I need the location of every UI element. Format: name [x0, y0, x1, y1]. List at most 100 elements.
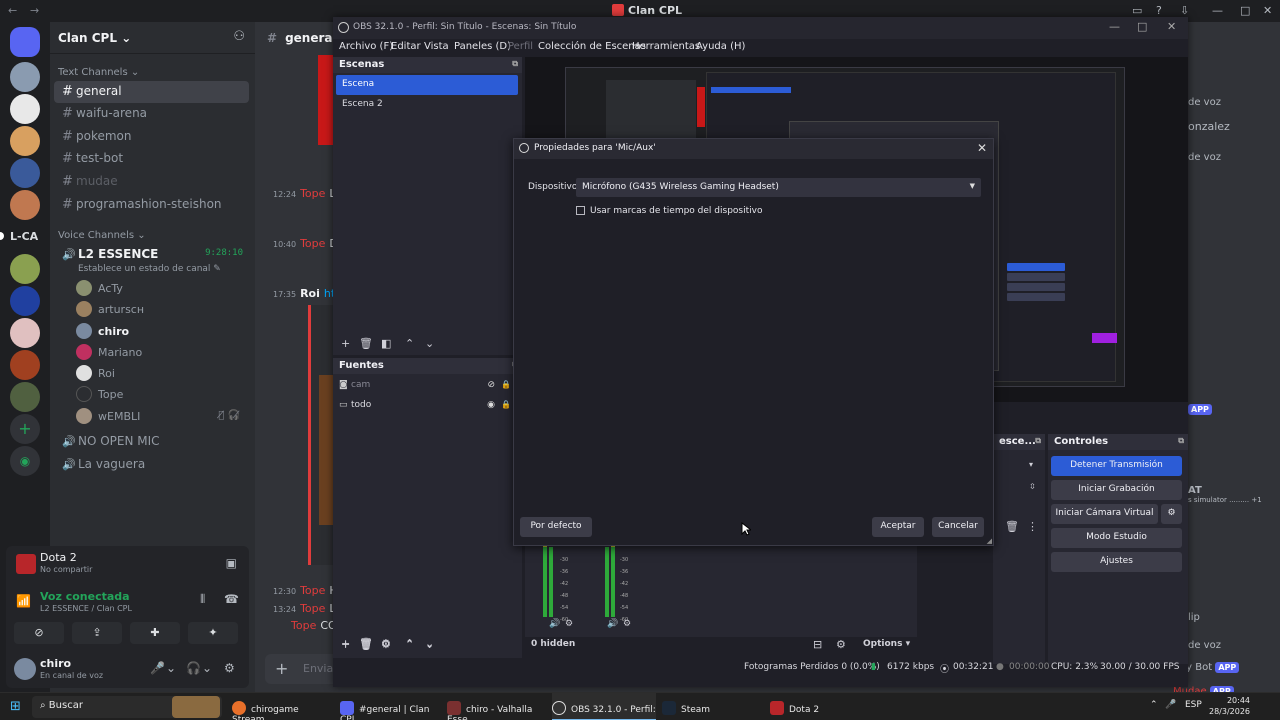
server-icon[interactable] [10, 190, 40, 220]
forward-arrow-icon[interactable]: → [30, 4, 39, 17]
add-member-icon[interactable]: ⚇ [233, 29, 245, 44]
mixer-settings-icon[interactable]: ⚙ [836, 638, 846, 651]
activities-button[interactable]: ✚ [130, 622, 180, 644]
camera-off-button[interactable]: ⊘ [14, 622, 64, 644]
menu-editar[interactable]: Editar [391, 41, 421, 52]
lock-icon[interactable]: 🔒 [501, 380, 511, 389]
disconnect-icon[interactable]: ☎ [224, 592, 239, 606]
add-attachment-icon[interactable]: + [275, 659, 288, 678]
trash-icon[interactable]: 🗑 [1005, 520, 1019, 533]
studio-mode-button[interactable]: Modo Estudio [1051, 528, 1182, 548]
taskbar-item-firefox[interactable]: chirogame Stream ... [232, 693, 332, 720]
soundboard-button[interactable]: ✦ [188, 622, 238, 644]
source-item[interactable]: ◙ cam ⊘ 🔒 [339, 380, 515, 398]
back-arrow-icon[interactable]: ← [8, 4, 17, 17]
channel-mudae[interactable]: # mudae [54, 171, 249, 193]
menu-herramientas[interactable]: Herramientas [632, 41, 700, 52]
channel-pokemon[interactable]: # pokemon [54, 126, 249, 148]
server-icon[interactable] [10, 350, 40, 380]
add-server-icon[interactable]: + [10, 414, 40, 444]
menu-perfil[interactable]: Perfil [508, 41, 533, 52]
voice-member[interactable]: AcTy [76, 280, 246, 300]
voice-channel-no-open-mic[interactable]: 🔊 NO OPEN MIC [54, 432, 249, 452]
voice-member[interactable]: chiro [76, 323, 246, 343]
settings-button[interactable]: Ajustes [1051, 552, 1182, 572]
language-indicator[interactable]: ESP [1185, 700, 1202, 710]
undock-icon[interactable]: ⧉ [1035, 436, 1041, 446]
mixer-layout-icon[interactable]: ⊟ [813, 638, 822, 651]
voice-connected-sub[interactable]: L2 ESSENCE / Clan CPL [40, 604, 132, 613]
trash-icon[interactable]: 🗑 [359, 637, 373, 650]
channel-programashion-steishon[interactable]: # programashion-steishon [54, 194, 249, 216]
category-voice-channels[interactable]: Voice Channels ⌄ [58, 230, 146, 241]
screen-share-icon[interactable]: ▣ [226, 556, 237, 570]
spinner-icon[interactable]: ⇳ [1029, 482, 1036, 491]
server-icon[interactable] [10, 286, 40, 316]
volume-icon[interactable]: 🔊 [607, 619, 618, 629]
menu-dots-icon[interactable]: ⋮ [1027, 520, 1038, 533]
download-icon[interactable]: ⇩ [1180, 4, 1189, 17]
move-down-icon[interactable]: ⌄ [425, 637, 434, 650]
mixer-hidden-count[interactable]: 0 hidden [531, 639, 575, 649]
minimize-icon[interactable]: — [1109, 20, 1120, 33]
taskbar-item-dota[interactable]: Dota 2 [770, 693, 850, 720]
discord-home-icon[interactable] [10, 27, 40, 57]
minimize-icon[interactable]: — [1212, 4, 1223, 17]
user-name[interactable]: chiro [40, 657, 71, 670]
server-icon[interactable] [10, 318, 40, 348]
help-icon[interactable]: ? [1156, 4, 1162, 17]
server-icon[interactable] [10, 382, 40, 412]
share-screen-button[interactable]: ⇪ [72, 622, 122, 644]
lock-icon[interactable]: 🔒 [501, 400, 511, 409]
discover-icon[interactable]: ◉ [10, 446, 40, 476]
filter-icon[interactable]: ◧ [381, 337, 391, 350]
channel-general[interactable]: # general [54, 81, 249, 103]
undock-icon[interactable]: ⧉ [512, 59, 518, 69]
menu-coleccion[interactable]: Colección de Escenas [538, 41, 646, 52]
cancel-button[interactable]: Cancelar [932, 517, 984, 537]
device-select[interactable]: Micrófono (G435 Wireless Gaming Headset)… [576, 178, 981, 197]
maximize-icon[interactable]: □ [1240, 4, 1250, 17]
voice-member[interactable]: wEMBLI 🎙̸ 🎧̸ [76, 408, 246, 428]
chevron-down-icon[interactable]: ⌄ [202, 661, 212, 675]
start-recording-button[interactable]: Iniciar Grabación [1051, 480, 1182, 500]
add-icon[interactable]: + [341, 337, 350, 350]
tray-mic-icon[interactable]: 🎤 [1165, 700, 1176, 710]
headphones-icon[interactable]: 🎧 [186, 661, 201, 675]
menu-paneles[interactable]: Paneles (D) [454, 41, 511, 52]
move-up-icon[interactable]: ⌃ [405, 337, 414, 350]
source-item[interactable]: ▭ todo ◉ 🔒 [339, 400, 515, 418]
close-icon[interactable]: ✕ [1263, 4, 1272, 17]
resize-grip-icon[interactable]: ◢ [987, 537, 992, 545]
stop-streaming-button[interactable]: Detener Transmisión [1051, 456, 1182, 476]
gear-icon[interactable]: ⚙ [381, 637, 391, 650]
tray-chevron-up-icon[interactable]: ⌃ [1150, 700, 1158, 710]
server-icon[interactable] [10, 254, 40, 284]
voice-member[interactable]: Roi [76, 365, 246, 385]
voice-member[interactable]: Tope [76, 386, 246, 406]
move-up-icon[interactable]: ⌃ [405, 637, 414, 650]
start-virtual-cam-button[interactable]: Iniciar Cámara Virtual [1051, 504, 1158, 524]
device-timestamps-checkbox[interactable] [576, 206, 585, 215]
category-text-channels[interactable]: Text Channels ⌄ [58, 67, 139, 78]
taskbar-item-obs[interactable]: OBS 32.1.0 - Perfil: ... [552, 693, 656, 720]
channel-test-bot[interactable]: # test-bot [54, 148, 249, 170]
inbox-icon[interactable]: ▭ [1132, 4, 1142, 17]
defaults-button[interactable]: Por defecto [520, 517, 592, 537]
scene-item[interactable]: Escena [336, 75, 518, 95]
taskbar-item-discord[interactable]: #general | Clan CPL... [340, 693, 440, 720]
accept-button[interactable]: Aceptar [872, 517, 924, 537]
embed-thumbnail[interactable] [319, 375, 333, 525]
voice-member[interactable]: Mariano [76, 344, 246, 364]
windows-start-icon[interactable]: ⊞ [10, 699, 21, 714]
server-header[interactable]: Clan CPL ⌄ ⚇ [50, 22, 255, 54]
voice-connected-title[interactable]: Voz conectada [40, 590, 130, 603]
taskbar-clock[interactable]: 20:44 28/3/2026 [1209, 695, 1250, 717]
mixer-options-button[interactable]: Options ▾ [863, 639, 910, 649]
voice-member[interactable]: arturscн [76, 301, 246, 321]
scene-item[interactable]: Escena 2 [336, 95, 518, 115]
volume-icon[interactable]: 🔊 [549, 619, 560, 629]
channel-waifu-arena[interactable]: # waifu-arena [54, 103, 249, 125]
maximize-icon[interactable]: □ [1137, 20, 1147, 33]
eye-hidden-icon[interactable]: ⊘ [487, 380, 495, 390]
